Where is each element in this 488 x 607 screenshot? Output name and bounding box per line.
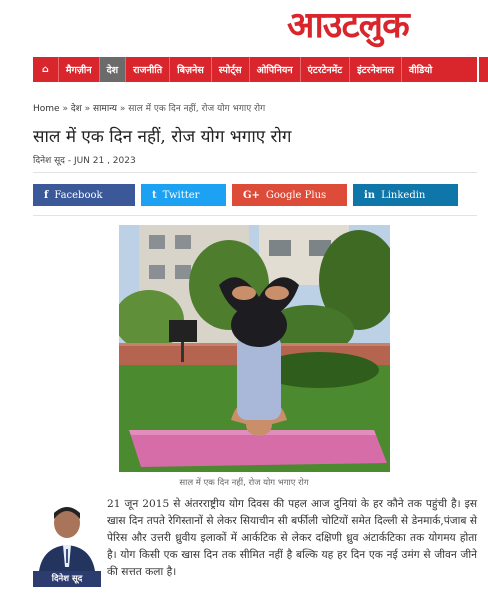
breadcrumb: Home » देश » सामान्य » साल में एक दिन नह… [33, 101, 265, 114]
nav-item-desh[interactable]: देश [99, 57, 127, 82]
nav-item-entertainment[interactable]: एंटरटेनमेंट [301, 57, 351, 82]
main-nav: ⌂ मैगज़ीन देश राजनीति बिज़नेस स्पोर्ट्स … [33, 57, 477, 82]
article-photo [119, 225, 390, 472]
author-box[interactable]: दिनेश सूद [33, 497, 101, 587]
breadcrumb-current: साल में एक दिन नहीं, रोज योग भगाए रोग [128, 104, 266, 114]
author-name: दिनेश सूद [33, 571, 101, 587]
nav-item-sports[interactable]: स्पोर्ट्स [212, 57, 250, 82]
googleplus-label: Google Plus [265, 189, 327, 201]
facebook-label: Facebook [54, 189, 103, 201]
photo-caption: साल में एक दिन नहीं, रोज योग भगाए रोग [179, 478, 309, 488]
article-body: 21 जून 2015 से अंतरराष्ट्रीय योग दिवस की… [107, 498, 477, 578]
nav-overflow-strip [479, 57, 488, 82]
share-buttons: f Facebook t Twitter G+ Google Plus in L… [33, 184, 464, 206]
nav-item-magazine[interactable]: मैगज़ीन [59, 57, 100, 82]
site-logo[interactable]: आउटलुक [287, 2, 457, 48]
twitter-label: Twitter [162, 189, 200, 201]
page-title: साल में एक दिन नहीं, रोज योग भगाए रोग [33, 127, 292, 147]
nav-home-icon[interactable]: ⌂ [33, 57, 59, 82]
nav-item-video[interactable]: वीडियो [402, 57, 439, 82]
nav-item-business[interactable]: बिज़नेस [170, 57, 212, 82]
author-link[interactable]: दिनेश सूद [33, 156, 65, 166]
nav-item-rajniti[interactable]: राजनीति [126, 57, 171, 82]
breadcrumb-sep: » [84, 104, 91, 114]
breadcrumb-home[interactable]: Home [33, 104, 60, 114]
linkedin-icon: in [364, 189, 376, 201]
nav-item-international[interactable]: इंटरनेशनल [350, 57, 402, 82]
twitter-share-button[interactable]: t Twitter [141, 184, 226, 206]
linkedin-share-button[interactable]: in Linkedin [353, 184, 458, 206]
googleplus-share-button[interactable]: G+ Google Plus [232, 184, 347, 206]
divider [33, 172, 477, 173]
breadcrumb-sep: » [119, 104, 126, 114]
googleplus-icon: G+ [243, 189, 260, 201]
breadcrumb-desh[interactable]: देश [71, 104, 82, 114]
byline-separator: - [64, 156, 74, 166]
publish-date: JUN 21 , 2023 [73, 156, 136, 166]
byline: दिनेश सूद - JUN 21 , 2023 [33, 153, 136, 166]
facebook-icon: f [44, 189, 49, 201]
nav-item-opinion[interactable]: ओपिनियन [250, 57, 301, 82]
facebook-share-button[interactable]: f Facebook [33, 184, 135, 206]
linkedin-label: Linkedin [381, 189, 426, 201]
breadcrumb-samanya[interactable]: सामान्य [93, 104, 117, 114]
breadcrumb-sep: » [62, 104, 68, 114]
divider [33, 215, 477, 216]
twitter-icon: t [152, 189, 157, 201]
